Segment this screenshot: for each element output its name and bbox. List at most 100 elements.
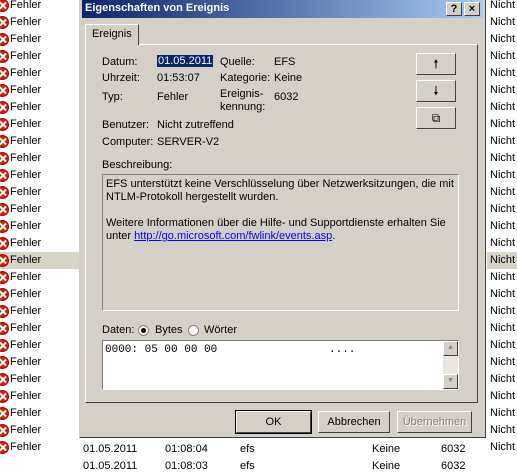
list-item[interactable]: Nicht <box>487 167 517 184</box>
list-item[interactable]: Nicht <box>487 422 517 439</box>
list-item[interactable]: Nicht <box>487 388 517 405</box>
cancel-button[interactable]: Abbrechen <box>318 411 390 433</box>
list-item[interactable]: Fehler <box>0 388 80 405</box>
list-item[interactable]: Fehler <box>0 150 80 167</box>
list-item[interactable]: Fehler <box>0 65 80 82</box>
data-box[interactable]: 0000: 05 00 00 00 .... ▲ ▼ <box>102 340 459 390</box>
error-icon <box>0 186 9 199</box>
table-row[interactable]: 01.05.2011 01:08:03 efs Keine 6032 <box>80 458 487 475</box>
ok-button[interactable]: OK <box>235 410 312 434</box>
list-item[interactable]: Fehler <box>0 286 80 303</box>
list-item[interactable]: Fehler <box>0 218 80 235</box>
event-type-label: Fehler <box>10 254 42 266</box>
description-box[interactable]: EFS unterstützt keine Verschlüsselung üb… <box>102 174 459 311</box>
event-type-label: Fehler <box>10 16 42 28</box>
scroll-up-icon[interactable]: ▲ <box>443 341 458 356</box>
list-item[interactable]: Nicht <box>487 252 517 269</box>
error-icon <box>0 373 9 386</box>
list-item[interactable]: Nicht <box>487 235 517 252</box>
list-item[interactable]: Nicht <box>487 439 517 456</box>
title-bar[interactable]: Eigenschaften von Ereignis ? × <box>82 0 483 18</box>
list-item[interactable]: Nicht <box>487 65 517 82</box>
error-icon <box>0 203 9 216</box>
hex-line: 0000: 05 00 00 00 <box>105 344 218 356</box>
list-item[interactable]: Nicht <box>487 31 517 48</box>
list-item[interactable]: Fehler <box>0 48 80 65</box>
tab-ereignis[interactable]: Ereignis <box>85 24 139 45</box>
list-item[interactable]: Nicht <box>487 354 517 371</box>
previous-event-button[interactable]: 🠕 <box>416 53 456 75</box>
list-item[interactable]: Fehler <box>0 252 80 269</box>
list-item[interactable]: Nicht <box>487 184 517 201</box>
list-item[interactable]: Fehler <box>0 320 80 337</box>
list-item[interactable]: Nicht <box>487 99 517 116</box>
list-item[interactable]: Fehler <box>0 303 80 320</box>
list-item[interactable]: Fehler <box>0 133 80 150</box>
dialog-title: Eigenschaften von Ereignis <box>85 2 230 14</box>
typ-label: Typ: <box>102 91 123 103</box>
list-item[interactable]: Nicht <box>487 14 517 31</box>
kategorie-value: Keine <box>274 72 303 84</box>
list-item[interactable]: Nicht <box>487 150 517 167</box>
list-item[interactable]: Nicht <box>487 48 517 65</box>
list-item[interactable]: Fehler <box>0 354 80 371</box>
help-link[interactable]: http://go.microsoft.com/fwlink/events.as… <box>134 230 332 242</box>
event-user-label: Nicht <box>490 305 516 317</box>
list-item[interactable]: Nicht <box>487 371 517 388</box>
uhrzeit-label: Uhrzeit: <box>102 72 140 84</box>
list-item[interactable]: Fehler <box>0 167 80 184</box>
list-item[interactable]: Nicht <box>487 0 517 14</box>
list-item[interactable]: Fehler <box>0 201 80 218</box>
words-radio-label[interactable]: Wörter <box>204 324 237 336</box>
error-icon <box>0 169 9 182</box>
list-item[interactable]: Nicht <box>487 303 517 320</box>
event-user-label: Nicht <box>490 407 516 419</box>
list-item[interactable]: Fehler <box>0 371 80 388</box>
event-user-label: Nicht <box>490 33 516 45</box>
error-icon <box>0 16 9 29</box>
list-item[interactable]: Nicht <box>487 201 517 218</box>
list-item[interactable]: Nicht <box>487 337 517 354</box>
list-item[interactable]: Fehler <box>0 439 80 456</box>
list-item[interactable]: Nicht <box>487 269 517 286</box>
list-item[interactable]: Fehler <box>0 0 80 14</box>
error-icon <box>0 237 9 250</box>
tab-panel: Datum: 01.05.2011 Uhrzeit: 01:53:07 Typ:… <box>85 44 478 403</box>
words-radio[interactable] <box>188 325 199 336</box>
list-item[interactable]: Fehler <box>0 14 80 31</box>
apply-button[interactable]: Übernehmen <box>397 411 472 433</box>
datum-label: Datum: <box>102 56 138 68</box>
event-type-label: Fehler <box>10 67 42 79</box>
list-item[interactable]: Fehler <box>0 184 80 201</box>
computer-label: Computer: <box>102 136 154 148</box>
datum-value[interactable]: 01.05.2011 <box>157 55 214 67</box>
bytes-radio[interactable] <box>138 325 149 336</box>
copy-button[interactable]: ⧉ <box>416 107 456 129</box>
list-item[interactable]: Nicht <box>487 82 517 99</box>
next-event-button[interactable]: 🠗 <box>416 80 456 102</box>
list-item[interactable]: Fehler <box>0 99 80 116</box>
list-item[interactable]: Fehler <box>0 337 80 354</box>
close-button[interactable]: × <box>464 2 480 16</box>
list-item[interactable]: Nicht <box>487 218 517 235</box>
table-row[interactable]: 01.05.2011 01:08:04 efs Keine 6032 <box>80 441 487 458</box>
list-item[interactable]: Fehler <box>0 82 80 99</box>
list-item[interactable]: Nicht <box>487 320 517 337</box>
list-item[interactable]: Fehler <box>0 405 80 422</box>
list-item[interactable]: Nicht <box>487 116 517 133</box>
scroll-down-icon[interactable]: ▼ <box>443 374 458 389</box>
list-item[interactable]: Nicht <box>487 405 517 422</box>
list-item[interactable]: Fehler <box>0 269 80 286</box>
data-scrollbar[interactable]: ▲ ▼ <box>443 341 458 389</box>
error-icon <box>0 135 9 148</box>
help-button[interactable]: ? <box>446 2 462 16</box>
list-item[interactable]: Nicht <box>487 286 517 303</box>
list-item[interactable]: Fehler <box>0 422 80 439</box>
bytes-radio-label[interactable]: Bytes <box>155 324 183 336</box>
event-user-label: Nicht <box>490 339 516 351</box>
event-type-label: Fehler <box>10 186 42 198</box>
list-item[interactable]: Fehler <box>0 116 80 133</box>
list-item[interactable]: Fehler <box>0 235 80 252</box>
list-item[interactable]: Nicht <box>487 133 517 150</box>
list-item[interactable]: Fehler <box>0 31 80 48</box>
